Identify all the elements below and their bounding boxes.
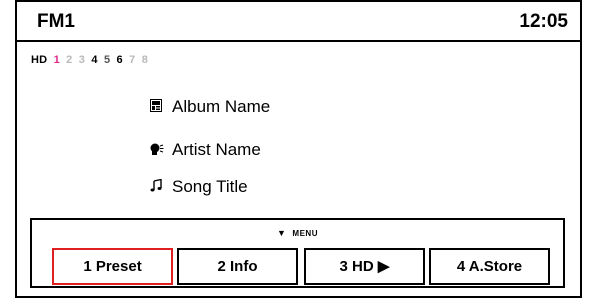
hd-channel[interactable]: 1 bbox=[54, 54, 60, 66]
hd-channel[interactable]: 6 bbox=[117, 54, 123, 66]
preset-softkey[interactable]: 1 Preset bbox=[52, 248, 173, 285]
clock: 12:05 bbox=[519, 11, 568, 32]
song-title: Song Title bbox=[172, 177, 248, 196]
artist-line: Artist Name bbox=[150, 140, 261, 160]
info-softkey[interactable]: 2 Info bbox=[177, 248, 298, 285]
hd-channel[interactable]: 3 bbox=[79, 54, 85, 66]
header-bar: FM1 12:05 bbox=[17, 2, 580, 42]
hd-channel[interactable]: 8 bbox=[142, 54, 148, 66]
song-line: Song Title bbox=[150, 177, 248, 197]
band-label: FM1 bbox=[37, 11, 75, 32]
hd-channel[interactable]: 5 bbox=[104, 54, 110, 66]
triangle-down-icon: ▼ bbox=[277, 228, 287, 238]
hd-prefix: HD bbox=[31, 54, 48, 66]
menu-label-text: MENU bbox=[292, 229, 318, 238]
autostore-softkey[interactable]: 4 A.Store bbox=[429, 248, 550, 285]
menu-label[interactable]: ▼ MENU bbox=[32, 228, 563, 238]
hd-channel[interactable]: 7 bbox=[129, 54, 135, 66]
music-note-icon bbox=[150, 178, 172, 195]
hd-channel[interactable]: 4 bbox=[91, 54, 97, 66]
hd-channel-row: HD 1 2 3 4 5 6 7 8 bbox=[31, 54, 151, 66]
artist-icon bbox=[150, 143, 172, 158]
hd-softkey[interactable]: 3 HD ▶ bbox=[304, 248, 425, 285]
album-name: Album Name bbox=[172, 97, 271, 116]
album-line: Album Name bbox=[150, 97, 270, 117]
album-icon bbox=[150, 99, 172, 115]
hd-channel[interactable]: 2 bbox=[66, 54, 72, 66]
artist-name: Artist Name bbox=[172, 140, 261, 159]
menu-panel: ▼ MENU 1 Preset 2 Info 3 HD ▶ 4 A.Store bbox=[30, 218, 565, 288]
